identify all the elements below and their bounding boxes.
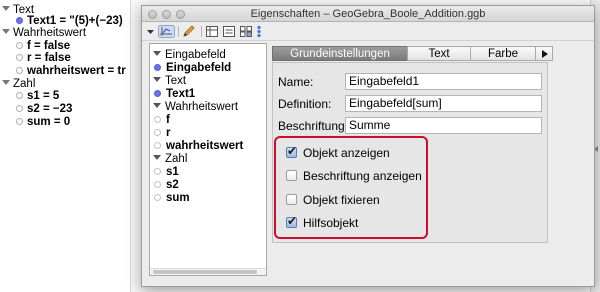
visibility-dot-icon[interactable] [16,67,23,74]
toolbar-separator [201,26,202,37]
chevron-down-icon[interactable] [2,6,10,11]
visibility-dot-icon[interactable] [16,42,23,49]
visibility-dot-icon[interactable] [16,54,23,61]
visibility-dot-icon[interactable] [16,105,23,112]
name-label: Name: [278,75,314,89]
scrollbar-thumb[interactable] [153,270,257,274]
tab-grundeinstellungen[interactable]: Grundeinstellungen [272,46,408,61]
algebra-view: Text Text1 = "(5)+(−23) Wahrheitswert f … [0,0,131,292]
tree-item-s2[interactable]: s2 [154,179,179,191]
tree-category-text[interactable]: Text [153,75,186,87]
algebra-category-wahrheitswert[interactable]: Wahrheitswert [2,27,86,39]
definition-label: Definition: [278,97,332,111]
tree-horizontal-scrollbar[interactable] [150,268,266,275]
checkbox-unchecked-icon[interactable] [286,194,297,205]
dialog-titlebar[interactable]: Eigenschaften – GeoGebra_Boole_Addition.… [142,6,594,22]
caption-field[interactable]: Summe [345,117,542,134]
chevron-down-icon[interactable] [2,80,10,85]
chevron-down-icon[interactable] [153,103,161,108]
layout-grid-icon[interactable] [239,25,253,38]
chevron-down-icon[interactable] [153,77,161,82]
visibility-dot-icon [154,168,161,175]
algebra-item-wahrheitswert[interactable]: wahrheitswert = tr [16,65,126,77]
checkbox-hilfsobjekt[interactable]: ✔ Hilfsobjekt [286,214,358,230]
tab-text[interactable]: Text [407,46,471,61]
algebra-item-sum[interactable]: sum = 0 [16,116,70,128]
tab-scroll-right-button[interactable] [535,46,553,61]
table-view-icon[interactable] [205,25,219,38]
visibility-dot-icon [154,90,161,97]
visibility-options-group: ✔ Objekt anzeigen Beschriftung anzeigen O… [274,136,428,239]
graphics-view-icon[interactable] [158,25,175,38]
checkbox-objekt-fixieren[interactable]: Objekt fixieren [286,193,380,207]
tree-item-r[interactable]: r [154,127,170,139]
visibility-dot-icon [154,116,161,123]
chevron-down-icon[interactable] [153,51,161,56]
minimize-window-button[interactable] [162,10,171,19]
tree-item-sum[interactable]: sum [154,192,190,204]
tree-item-eingabefeld[interactable]: Eingabefeld [154,62,231,74]
chevron-down-icon[interactable] [153,155,161,160]
tree-item-f[interactable]: f [154,114,170,126]
pencil-icon[interactable] [182,25,196,38]
visibility-dot-icon [154,129,161,136]
tree-item-s1[interactable]: s1 [154,166,179,178]
dialog-title: Eigenschaften – GeoGebra_Boole_Addition.… [250,8,486,20]
visibility-dot-icon [154,181,161,188]
triangle-right-icon [542,50,548,58]
chevron-down-icon[interactable] [147,25,154,38]
algebra-item-r[interactable]: r = false [16,52,71,64]
tree-item-wahrheitswert[interactable]: wahrheitswert [154,140,243,152]
visibility-dot-icon[interactable] [16,92,23,99]
zoom-window-button[interactable] [176,10,185,19]
algebra-view-icon[interactable] [222,25,236,38]
definition-field[interactable]: Eingabefeld[sum] [345,95,542,112]
visibility-dot-icon [154,194,161,201]
algebra-category-zahl[interactable]: Zahl [2,78,35,90]
name-field[interactable]: Eingabefeld1 [345,73,542,90]
tab-farbe[interactable]: Farbe [470,46,536,61]
checkbox-checked-icon[interactable]: ✔ [286,144,297,158]
checkbox-unchecked-icon[interactable] [286,170,297,181]
visibility-dot-icon [154,142,161,149]
tree-category-wahrheitswert[interactable]: Wahrheitswert [153,101,238,113]
close-window-button[interactable] [148,10,157,19]
caption-label: Beschriftung: [278,119,349,133]
properties-tabs: Grundeinstellungen Text Farbe [272,46,594,61]
properties-dialog: Eigenschaften – GeoGebra_Boole_Addition.… [141,5,595,287]
tree-category-zahl[interactable]: Zahl [153,153,187,165]
checkbox-checked-icon[interactable]: ✔ [286,214,297,228]
chevron-down-icon[interactable] [2,29,10,34]
toolbar-separator [178,26,179,37]
algebra-item-f[interactable]: f = false [16,40,70,52]
algebra-item-s1[interactable]: s1 = 5 [16,90,59,102]
object-tree[interactable]: Eingabefeld Eingabefeld Text Text1 Wahrh… [149,43,267,276]
tree-item-text1[interactable]: Text1 [154,88,195,100]
algebra-item-text1[interactable]: Text1 = "(5)+(−23) [16,15,123,27]
tree-category-eingabefeld[interactable]: Eingabefeld [153,49,226,61]
visibility-dot-icon [154,64,161,71]
visibility-dot-icon[interactable] [16,118,23,125]
more-icon[interactable] [255,25,263,38]
dialog-toolbar [142,23,594,41]
checkbox-objekt-anzeigen[interactable]: ✔ Objekt anzeigen [286,144,390,160]
visibility-dot-icon[interactable] [16,17,23,24]
checkbox-beschriftung-anzeigen[interactable]: Beschriftung anzeigen [286,169,422,183]
algebra-item-s2[interactable]: s2 = −23 [16,103,72,115]
